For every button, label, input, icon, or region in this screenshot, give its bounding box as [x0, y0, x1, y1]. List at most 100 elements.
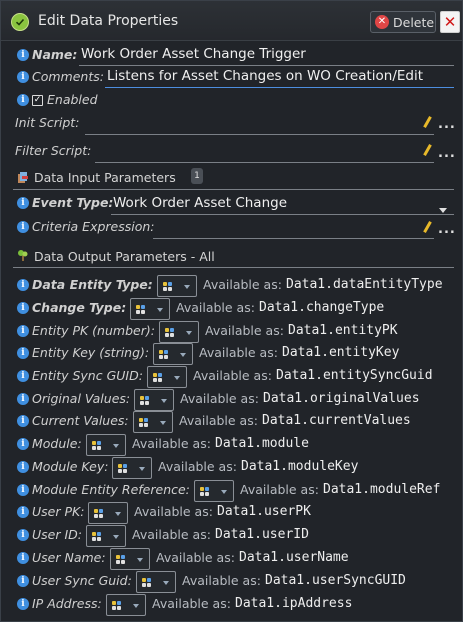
output-variable-name: Data1.dataEntityType [286, 277, 443, 292]
output-variable-name: Data1.moduleKey [241, 459, 359, 474]
mapping-icon [200, 487, 214, 496]
output-param-label: Entity PK (number): [32, 323, 155, 338]
info-icon[interactable]: i [17, 575, 29, 587]
pencil-icon[interactable] [423, 116, 432, 128]
chevron-down-icon [137, 558, 143, 562]
input-section-divider [13, 189, 454, 190]
pencil-icon[interactable] [423, 144, 432, 156]
output-param-select[interactable] [130, 298, 170, 320]
info-icon[interactable]: i [17, 370, 29, 382]
chevron-down-icon [139, 467, 145, 471]
info-icon[interactable]: i [17, 197, 29, 209]
filter-script-edit-button[interactable]: ... [438, 146, 456, 161]
output-param-select[interactable] [147, 366, 187, 388]
filter-script-underline [95, 162, 434, 163]
mapping-icon [139, 418, 153, 427]
chevron-down-icon [157, 308, 163, 312]
available-as-label: Available as: [132, 527, 211, 542]
info-icon[interactable]: i [17, 279, 29, 291]
output-param-label: Module Key: [32, 459, 109, 474]
info-icon[interactable]: i [17, 393, 29, 405]
output-variable-name: Data1.changeType [259, 300, 385, 315]
enabled-checkbox[interactable]: ✓ [32, 95, 43, 106]
output-param-select[interactable] [157, 275, 197, 297]
name-input[interactable]: Work Order Asset Change Trigger [81, 46, 306, 62]
input-count-badge: 1 [191, 168, 203, 184]
criteria-expression-label: Criteria Expression: [32, 219, 155, 234]
event-type-label: Event Type: [32, 195, 114, 210]
output-param-select[interactable] [86, 434, 126, 456]
criteria-edit-button[interactable]: ... [438, 222, 456, 237]
comments-underline [105, 87, 454, 88]
info-icon[interactable]: i [17, 484, 29, 496]
output-param-label: Current Values: [32, 413, 129, 428]
mapping-icon [140, 396, 154, 405]
output-variable-name: Data1.entityKey [282, 345, 400, 360]
name-label: Name: [32, 47, 78, 62]
available-as-label: Available as: [180, 391, 259, 406]
close-button[interactable]: ✕ [440, 11, 460, 33]
info-icon[interactable]: i [17, 94, 29, 106]
output-param-select[interactable] [194, 480, 234, 502]
info-icon[interactable]: i [17, 49, 29, 61]
info-icon[interactable]: i [17, 598, 29, 610]
input-parameters-icon [17, 171, 29, 187]
output-variable-name: Data1.userPK [217, 504, 311, 519]
available-as-label: Available as: [156, 550, 235, 565]
title-bar: Edit Data Properties ✕ Delete ✕ [1, 1, 462, 41]
mapping-icon [118, 464, 132, 473]
info-icon[interactable]: i [17, 221, 29, 233]
info-icon[interactable]: i [17, 552, 29, 564]
output-param-label: Data Entity Type: [32, 277, 153, 292]
info-icon[interactable]: i [17, 347, 29, 359]
info-icon[interactable]: i [17, 506, 29, 518]
output-param-select[interactable] [134, 389, 174, 411]
output-param-select[interactable] [153, 343, 193, 365]
info-icon[interactable]: i [17, 71, 29, 83]
chevron-down-icon [180, 353, 186, 357]
delete-button[interactable]: ✕ Delete [370, 11, 436, 33]
available-as-label: Available as: [182, 573, 261, 588]
mapping-icon [165, 328, 179, 337]
output-variable-name: Data1.entityPK [288, 323, 398, 338]
available-as-label: Available as: [132, 436, 211, 451]
chevron-down-icon [133, 604, 139, 608]
output-variable-name: Data1.userName [239, 550, 349, 565]
info-icon[interactable]: i [17, 415, 29, 427]
info-icon[interactable]: i [17, 438, 29, 450]
comments-input[interactable]: Listens for Asset Changes on WO Creation… [107, 68, 423, 84]
init-script-edit-button[interactable]: ... [438, 117, 456, 132]
output-param-select[interactable] [110, 548, 150, 570]
output-param-select[interactable] [159, 321, 199, 343]
output-param-select[interactable] [136, 571, 176, 593]
available-as-label: Available as: [176, 300, 255, 315]
output-param-label: User Sync Guid: [32, 573, 132, 588]
event-type-select[interactable]: Work Order Asset Change [113, 195, 287, 211]
info-icon[interactable]: i [17, 461, 29, 473]
output-param-select[interactable] [106, 594, 146, 616]
chevron-down-icon [184, 285, 190, 289]
mapping-icon [112, 601, 126, 610]
info-icon[interactable]: i [17, 302, 29, 314]
output-param-select[interactable] [133, 411, 173, 433]
output-variable-name: Data1.module [215, 436, 309, 451]
delete-x-icon: ✕ [375, 15, 389, 29]
delete-button-label: Delete [393, 15, 435, 30]
init-script-label: Init Script: [15, 115, 80, 130]
output-param-select[interactable] [86, 525, 126, 547]
chevron-down-icon[interactable] [439, 208, 447, 213]
available-as-label: Available as: [152, 596, 231, 611]
pencil-icon[interactable] [423, 221, 432, 233]
output-param-select[interactable] [88, 502, 128, 524]
info-icon[interactable]: i [17, 325, 29, 337]
chevron-down-icon [186, 331, 192, 335]
dialog-title: Edit Data Properties [38, 13, 179, 29]
mapping-icon [136, 305, 150, 314]
output-variable-name: Data1.userSyncGUID [265, 573, 406, 588]
available-as-label: Available as: [193, 368, 272, 383]
mapping-icon [92, 532, 106, 541]
available-as-label: Available as: [205, 323, 284, 338]
info-icon[interactable]: i [17, 529, 29, 541]
output-param-select[interactable] [112, 457, 152, 479]
available-as-label: Available as: [179, 413, 258, 428]
